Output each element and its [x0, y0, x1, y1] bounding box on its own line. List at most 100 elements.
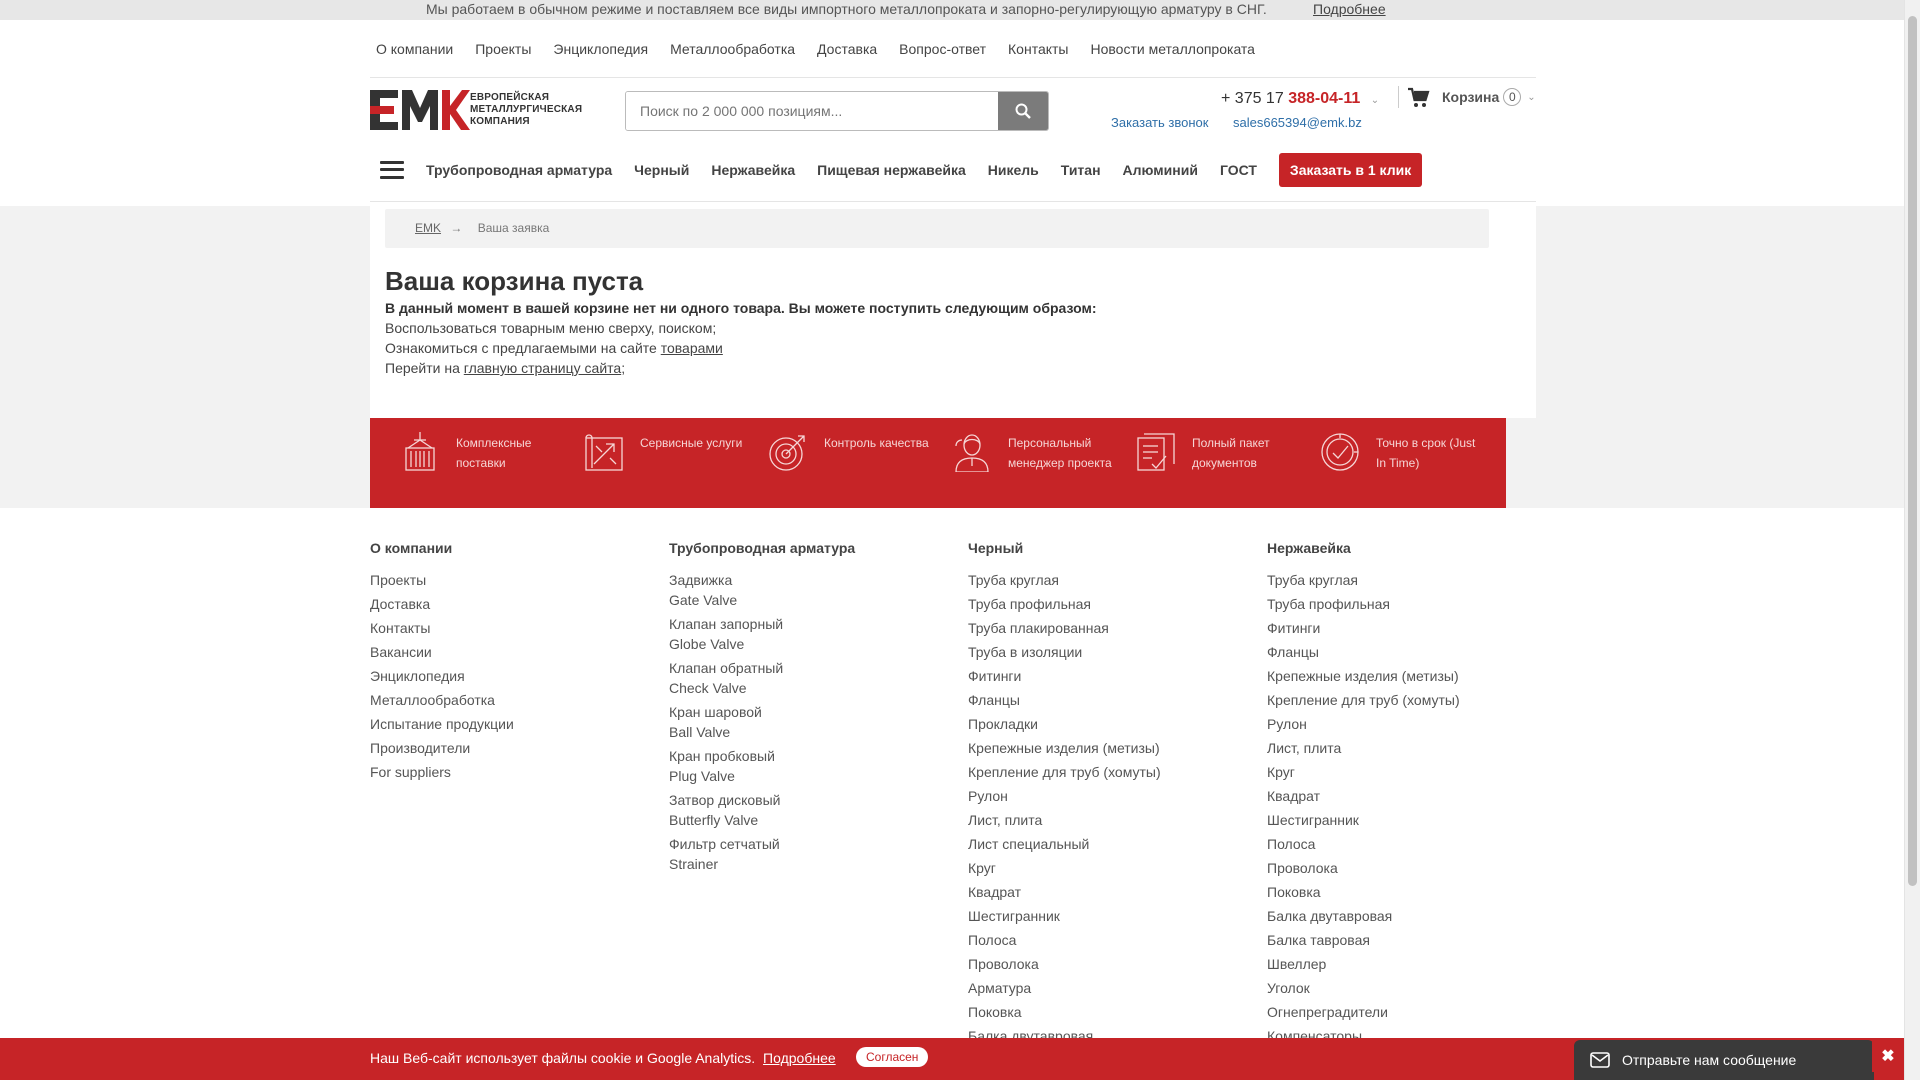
- cart-icon[interactable]: [1407, 86, 1431, 113]
- footer-link[interactable]: Прокладки: [968, 714, 1248, 734]
- category-food-stainless[interactable]: Пищевая нержавейка: [817, 162, 966, 178]
- footer-link[interactable]: Шестигранник: [968, 906, 1248, 926]
- category-black[interactable]: Черный: [634, 162, 689, 178]
- footer-link[interactable]: Квадрат: [1267, 786, 1547, 806]
- footer-col-title[interactable]: Трубопроводная арматура: [669, 540, 949, 556]
- logo[interactable]: ЕВРОПЕЙСКАЯ МЕТАЛЛУРГИЧЕСКАЯ КОМПАНИЯ: [370, 90, 606, 130]
- footer-valve-link[interactable]: Фильтр сетчатый Strainer: [669, 834, 949, 874]
- footer-link[interactable]: Проволока: [1267, 858, 1547, 878]
- chat-widget[interactable]: Отправьте нам сообщение: [1574, 1040, 1874, 1080]
- footer-link[interactable]: Круг: [968, 858, 1248, 878]
- footer-link[interactable]: Крепежные изделия (метизы): [1267, 666, 1547, 686]
- search-input[interactable]: [626, 92, 998, 130]
- footer-link[interactable]: Полоса: [1267, 834, 1547, 854]
- footer-link[interactable]: Проекты: [370, 570, 650, 590]
- footer-link[interactable]: Лист, плита: [1267, 738, 1547, 758]
- home-page-link[interactable]: главную страницу сайта: [464, 360, 621, 376]
- scrollbar[interactable]: [1904, 0, 1920, 1080]
- footer-link[interactable]: Труба плакированная: [968, 618, 1248, 638]
- order-one-click-button[interactable]: Заказать в 1 клик: [1278, 152, 1423, 187]
- footer-link[interactable]: Производители: [370, 738, 650, 758]
- footer-link[interactable]: Труба в изоляции: [968, 642, 1248, 662]
- cookie-accept-button[interactable]: Согласен: [856, 1047, 929, 1067]
- feature-item: Персональный менеджер проекта: [952, 432, 1136, 508]
- target-icon: [769, 435, 805, 471]
- footer-link[interactable]: Доставка: [370, 594, 650, 614]
- top-nav-contacts[interactable]: Контакты: [1008, 41, 1068, 57]
- category-stainless[interactable]: Нержавейка: [711, 162, 795, 178]
- footer-link[interactable]: For suppliers: [370, 762, 650, 782]
- footer-link[interactable]: Швеллер: [1267, 954, 1547, 974]
- cart-link[interactable]: Корзина 0 ⌄: [1442, 88, 1536, 106]
- footer-link[interactable]: Труба профильная: [968, 594, 1248, 614]
- footer-link[interactable]: Рулон: [968, 786, 1248, 806]
- footer-link[interactable]: Труба профильная: [1267, 594, 1547, 614]
- category-nickel[interactable]: Никель: [988, 162, 1039, 178]
- menu-icon[interactable]: [380, 160, 404, 179]
- footer-link[interactable]: Труба круглая: [968, 570, 1248, 590]
- breadcrumb-home[interactable]: EMK: [415, 221, 441, 235]
- footer-link[interactable]: Вакансии: [370, 642, 650, 662]
- footer-col-title[interactable]: Нержавейка: [1267, 540, 1547, 556]
- info-more-link[interactable]: Подробнее: [1313, 1, 1386, 17]
- footer-link[interactable]: Фитинги: [1267, 618, 1547, 638]
- footer-valve-link[interactable]: Клапан запорный Globe Valve: [669, 614, 949, 654]
- footer-link[interactable]: Рулон: [1267, 714, 1547, 734]
- top-nav-projects[interactable]: Проекты: [475, 41, 531, 57]
- phone[interactable]: + 375 17 388-04-11 ⌄: [1221, 90, 1379, 108]
- footer-link[interactable]: Шестигранник: [1267, 810, 1547, 830]
- footer-link[interactable]: Огнепреградители: [1267, 1002, 1547, 1022]
- footer-valve-link[interactable]: Кран пробковый Plug Valve: [669, 746, 949, 786]
- close-icon[interactable]: ✖: [1872, 1040, 1904, 1072]
- footer-link[interactable]: Крепежные изделия (метизы): [968, 738, 1248, 758]
- top-nav-delivery[interactable]: Доставка: [817, 41, 877, 57]
- footer-link[interactable]: Уголок: [1267, 978, 1547, 998]
- page-title: Ваша корзина пуста: [385, 266, 644, 296]
- category-pipe-valves[interactable]: Трубопроводная арматура: [426, 162, 612, 178]
- footer-link[interactable]: Проволока: [968, 954, 1248, 974]
- footer-link[interactable]: Контакты: [370, 618, 650, 638]
- footer-link[interactable]: Балка двутавровая: [1267, 906, 1547, 926]
- email-link[interactable]: sales665394@emk.bz: [1233, 115, 1362, 130]
- cart-label: Корзина: [1442, 89, 1500, 105]
- callback-link[interactable]: Заказать звонок: [1111, 115, 1208, 130]
- category-aluminium[interactable]: Алюминий: [1123, 162, 1198, 178]
- footer-link[interactable]: Труба круглая: [1267, 570, 1547, 590]
- footer-valve-link[interactable]: Затвор дисковый Butterfly Valve: [669, 790, 949, 830]
- search-button[interactable]: [998, 92, 1048, 130]
- top-nav-encyclopedia[interactable]: Энциклопедия: [553, 41, 648, 57]
- footer-link[interactable]: Поковка: [968, 1002, 1248, 1022]
- footer-col-title[interactable]: О компании: [370, 540, 650, 556]
- category-gost[interactable]: ГОСТ: [1220, 162, 1257, 178]
- footer-link[interactable]: Круг: [1267, 762, 1547, 782]
- top-nav-faq[interactable]: Вопрос-ответ: [899, 41, 986, 57]
- footer-link[interactable]: Фитинги: [968, 666, 1248, 686]
- top-nav-about[interactable]: О компании: [376, 41, 453, 57]
- footer-valve-link[interactable]: Клапан обратный Check Valve: [669, 658, 949, 698]
- footer-link[interactable]: Крепление для труб (хомуты): [968, 762, 1248, 782]
- footer-link[interactable]: Фланцы: [1267, 642, 1547, 662]
- emk-logo-mark: [370, 90, 470, 130]
- footer-valve-link[interactable]: Кран шаровой Ball Valve: [669, 702, 949, 742]
- top-nav-news[interactable]: Новости металлопроката: [1091, 41, 1255, 57]
- footer-col-title[interactable]: Черный: [968, 540, 1248, 556]
- footer-link[interactable]: Энциклопедия: [370, 666, 650, 686]
- category-titanium[interactable]: Титан: [1061, 162, 1101, 178]
- footer-link[interactable]: Лист специальный: [968, 834, 1248, 854]
- top-nav-metalworking[interactable]: Металлообработка: [670, 41, 795, 57]
- footer-link[interactable]: Балка тавровая: [1267, 930, 1547, 950]
- info-bar: Мы работаем в обычном режиме и поставляе…: [0, 0, 1904, 20]
- footer-link[interactable]: Крепление для труб (хомуты): [1267, 690, 1547, 710]
- footer-link[interactable]: Арматура: [968, 978, 1248, 998]
- footer-link[interactable]: Испытание продукции: [370, 714, 650, 734]
- scrollbar-thumb[interactable]: [1908, 16, 1917, 886]
- footer-link[interactable]: Металлообработка: [370, 690, 650, 710]
- footer-link[interactable]: Лист, плита: [968, 810, 1248, 830]
- footer-link[interactable]: Поковка: [1267, 882, 1547, 902]
- footer-link[interactable]: Фланцы: [968, 690, 1248, 710]
- footer-valve-link[interactable]: Задвижка Gate Valve: [669, 570, 949, 610]
- cookie-more-link[interactable]: Подробнее: [763, 1050, 836, 1066]
- footer-link[interactable]: Квадрат: [968, 882, 1248, 902]
- footer-link[interactable]: Полоса: [968, 930, 1248, 950]
- products-link[interactable]: товарами: [661, 340, 723, 356]
